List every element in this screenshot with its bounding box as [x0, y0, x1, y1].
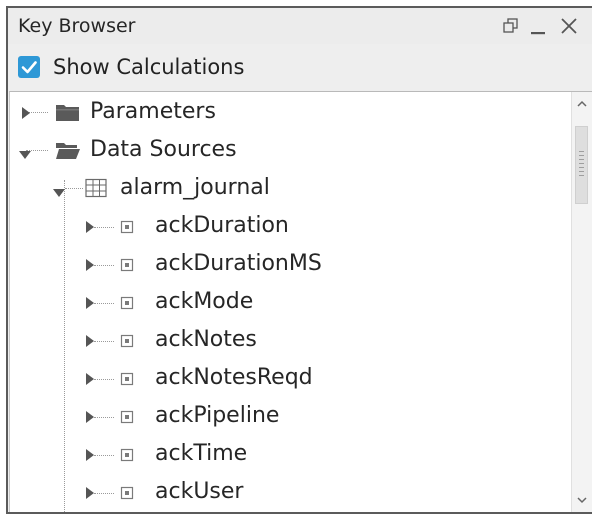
show-calculations-label[interactable]: Show Calculations — [53, 44, 244, 90]
expand-arrow-icon[interactable] — [85, 485, 95, 504]
key-browser-window: Key Browser Show Calculations Parameters… — [6, 6, 592, 514]
folder-open-icon — [55, 140, 81, 164]
expand-arrow-icon[interactable] — [85, 447, 95, 466]
grip-line — [579, 171, 584, 172]
expand-arrow-icon[interactable] — [85, 257, 95, 276]
tree-node-alarm-journal[interactable]: alarm_journal — [10, 169, 572, 207]
scroll-up-icon[interactable] — [572, 94, 592, 114]
tree-node-label: ackPipeline — [155, 403, 280, 428]
scroll-down-icon[interactable] — [572, 490, 592, 510]
title-bar: Key Browser — [8, 8, 592, 44]
collapse-arrow-icon[interactable] — [52, 183, 66, 202]
field-icon — [120, 447, 134, 466]
grip-line — [579, 151, 584, 152]
tree-node-label: Parameters — [90, 99, 216, 124]
tree-node-field[interactable]: ackTime — [10, 435, 572, 473]
field-icon — [120, 333, 134, 352]
grip-line — [579, 175, 584, 176]
field-icon — [120, 409, 134, 428]
tree-node-label: ackDuration — [155, 213, 289, 238]
grip-line — [579, 159, 584, 160]
tree-node-label: ackTime — [155, 441, 248, 466]
tree-connector-line — [94, 303, 114, 304]
tree-node-label: ackDurationMS — [155, 251, 322, 276]
expand-arrow-icon[interactable] — [21, 105, 31, 124]
window-title: Key Browser — [18, 15, 136, 37]
tree-connector-line — [94, 455, 114, 456]
tree-node-label: ackNotesReqd — [155, 365, 313, 390]
tree-node-label: ackMode — [155, 289, 254, 314]
field-icon — [120, 219, 134, 238]
minimize-icon[interactable] — [526, 8, 552, 44]
show-calculations-checkbox[interactable] — [18, 56, 40, 78]
table-icon — [85, 178, 107, 202]
key-tree: Parameters Data Sources alarm_journal ac… — [10, 92, 572, 512]
scroll-thumb[interactable] — [575, 126, 588, 204]
grip-line — [579, 155, 584, 156]
tree-node-label: ackUser — [155, 479, 244, 504]
tree-node-label: ackNotes — [155, 327, 257, 352]
field-icon — [120, 257, 134, 276]
tree-node-field[interactable]: ackNotes — [10, 321, 572, 359]
tree-node-data-sources[interactable]: Data Sources — [10, 131, 572, 169]
tree-node-field[interactable]: ackNotesReqd — [10, 359, 572, 397]
expand-arrow-icon[interactable] — [85, 409, 95, 428]
restore-window-icon[interactable] — [498, 8, 524, 44]
collapse-arrow-icon[interactable] — [18, 145, 32, 164]
tree-connector-line — [94, 227, 114, 228]
tree-connector-line — [94, 265, 114, 266]
tree-node-field[interactable]: ackMode — [10, 283, 572, 321]
tree-node-field[interactable]: ackDurationMS — [10, 245, 572, 283]
field-icon — [120, 485, 134, 504]
tree-connector-line — [94, 417, 114, 418]
grip-line — [579, 167, 584, 168]
field-icon — [120, 371, 134, 390]
expand-arrow-icon[interactable] — [85, 371, 95, 390]
tree-connector-line — [94, 379, 114, 380]
close-icon[interactable] — [556, 8, 582, 44]
expand-arrow-icon[interactable] — [85, 333, 95, 352]
expand-arrow-icon[interactable] — [85, 295, 95, 314]
tree-node-field[interactable]: ackPipeline — [10, 397, 572, 435]
options-row: Show Calculations — [8, 44, 592, 88]
tree-node-label: alarm_journal — [120, 175, 270, 200]
expand-arrow-icon[interactable] — [85, 219, 95, 238]
tree-node-parameters[interactable]: Parameters — [10, 93, 572, 131]
tree-node-field[interactable]: ackDuration — [10, 207, 572, 245]
grip-line — [579, 163, 584, 164]
key-tree-panel: Parameters Data Sources alarm_journal ac… — [9, 91, 592, 512]
field-icon — [120, 295, 134, 314]
vertical-scrollbar[interactable] — [571, 92, 592, 512]
tree-node-label: Data Sources — [90, 137, 237, 162]
tree-connector-line — [94, 341, 114, 342]
tree-connector-line — [94, 493, 114, 494]
tree-node-field[interactable]: ackUser — [10, 473, 572, 511]
folder-closed-icon — [55, 102, 81, 126]
